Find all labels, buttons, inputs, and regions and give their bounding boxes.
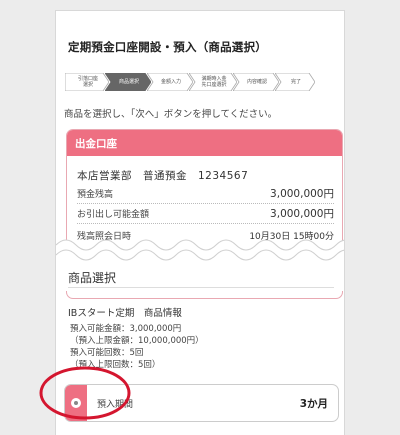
info-line-4: （預入上限回数：5回） [70,360,161,370]
term-label: 預入期間 [97,400,134,410]
radio-button[interactable] [71,398,81,408]
app-frame: 定期預金口座開設・預入（商品選択） 引落口座 選択 商品選択 金額入力 満期時入… [55,10,345,435]
step-5-label: 内容確認 [246,79,267,85]
balance-value: 3,000,000円 [270,188,334,200]
info-line-2: （預入上限金額：10,000,000円） [70,336,204,346]
step-1-label: 引落口座 選択 [77,76,98,88]
step-5: 内容確認 [233,73,279,91]
step-1: 引落口座 選択 [65,73,109,91]
step-2: 商品選択 [105,73,151,91]
step-3-label: 金額入力 [160,79,181,85]
page-title: 定期預金口座開設・預入（商品選択） [68,40,267,54]
step-6: 完了 [275,73,315,91]
balance-row: 預金残高 3,000,000円 [77,184,334,204]
info-line-3: 預入可能回数：5回 [70,348,144,358]
available-label: お引出し可能金額 [77,210,150,220]
account-line: 本店営業部 普通預金 1234567 [77,170,249,182]
balance-label: 預金残高 [77,190,114,200]
step-4: 満期時入金 先口座選択 [189,73,237,91]
progress-steps: 引落口座 選択 商品選択 金額入力 満期時入金 先口座選択 内容確認 完了 [65,73,315,91]
term-option-3-months[interactable]: 預入期間 3か月 [64,384,339,422]
info-line-1: 預入可能金額：3,000,000円 [70,324,182,334]
step-4-label: 満期時入金 先口座選択 [201,76,227,88]
step-6-label: 完了 [290,79,301,85]
available-row: お引出し可能金額 3,000,000円 [77,204,334,224]
product-section-heading: 商品選択 [68,271,117,285]
product-info: 預入可能金額：3,000,000円 （預入上限金額：10,000,000円） 預… [70,323,204,371]
step-3: 金額入力 [147,73,193,91]
instruction-text: 商品を選択し、「次へ」ボタンを押してください。 [64,109,278,120]
term-value: 3か月 [299,398,328,410]
section-divider [68,287,334,288]
available-value: 3,000,000円 [270,208,334,220]
product-name: IBスタート定期 商品情報 [68,308,182,319]
withdrawal-account-heading: 出金口座 [67,130,342,156]
step-2-label: 商品選択 [118,79,139,85]
